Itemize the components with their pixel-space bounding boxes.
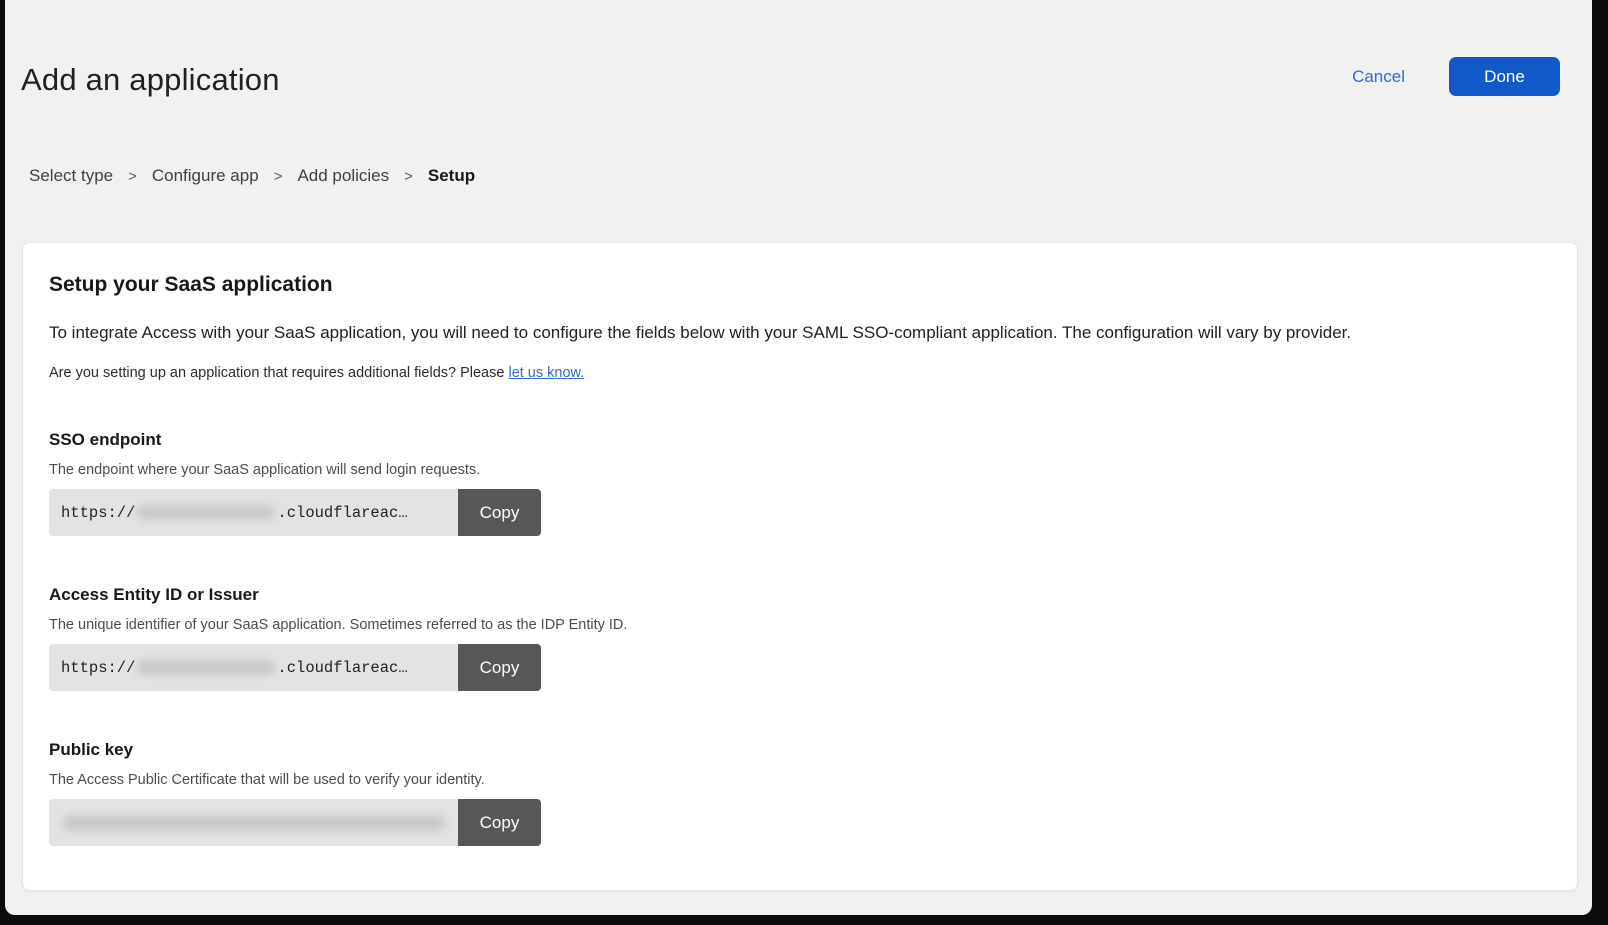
copy-button[interactable]: Copy (458, 644, 541, 691)
breadcrumb-step-setup: Setup (428, 166, 475, 186)
value-suffix: .cloudflareac… (277, 659, 407, 677)
copy-button[interactable]: Copy (458, 799, 541, 846)
redacted-text (63, 815, 445, 831)
entity-id-value: https:// .cloudflareac… (49, 644, 458, 691)
sso-endpoint-value-row: https:// .cloudflareac… Copy (49, 489, 541, 536)
breadcrumb-separator: > (389, 168, 428, 185)
field-group-public-key: Public key The Access Public Certificate… (49, 739, 1547, 846)
setup-card: Setup your SaaS application To integrate… (22, 242, 1578, 891)
breadcrumb-step-configure-app[interactable]: Configure app (152, 166, 259, 186)
public-key-value-row: Copy (49, 799, 541, 846)
breadcrumb-step-select-type[interactable]: Select type (29, 166, 113, 186)
redacted-text (137, 660, 275, 675)
breadcrumb-separator: > (259, 168, 298, 185)
field-description: The Access Public Certificate that will … (49, 770, 1547, 790)
card-intro: To integrate Access with your SaaS appli… (49, 321, 1547, 345)
field-group-entity-id: Access Entity ID or Issuer The unique id… (49, 584, 1547, 691)
field-label: Public key (49, 739, 1547, 761)
done-button[interactable]: Done (1449, 57, 1560, 96)
page: Add an application Cancel Done Select ty… (5, 0, 1592, 915)
card-heading: Setup your SaaS application (49, 271, 1547, 299)
page-title: Add an application (21, 62, 280, 98)
entity-id-value-row: https:// .cloudflareac… Copy (49, 644, 541, 691)
breadcrumb: Select type > Configure app > Add polici… (29, 166, 475, 186)
breadcrumb-separator: > (113, 168, 152, 185)
field-label: Access Entity ID or Issuer (49, 584, 1547, 606)
value-prefix: https:// (61, 659, 135, 677)
public-key-value (49, 799, 458, 846)
copy-button[interactable]: Copy (458, 489, 541, 536)
note-text: Are you setting up an application that r… (49, 365, 508, 381)
breadcrumb-step-add-policies[interactable]: Add policies (297, 166, 389, 186)
header-actions: Cancel Done (1352, 57, 1560, 96)
field-description: The unique identifier of your SaaS appli… (49, 615, 1547, 635)
field-label: SSO endpoint (49, 429, 1547, 451)
redacted-text (137, 505, 275, 520)
field-group-sso-endpoint: SSO endpoint The endpoint where your Saa… (49, 429, 1547, 536)
card-note: Are you setting up an application that r… (49, 363, 1547, 383)
cancel-button[interactable]: Cancel (1352, 67, 1405, 87)
value-prefix: https:// (61, 504, 135, 522)
value-suffix: .cloudflareac… (277, 504, 407, 522)
sso-endpoint-value: https:// .cloudflareac… (49, 489, 458, 536)
let-us-know-link[interactable]: let us know. (508, 365, 584, 381)
field-description: The endpoint where your SaaS application… (49, 460, 1547, 480)
